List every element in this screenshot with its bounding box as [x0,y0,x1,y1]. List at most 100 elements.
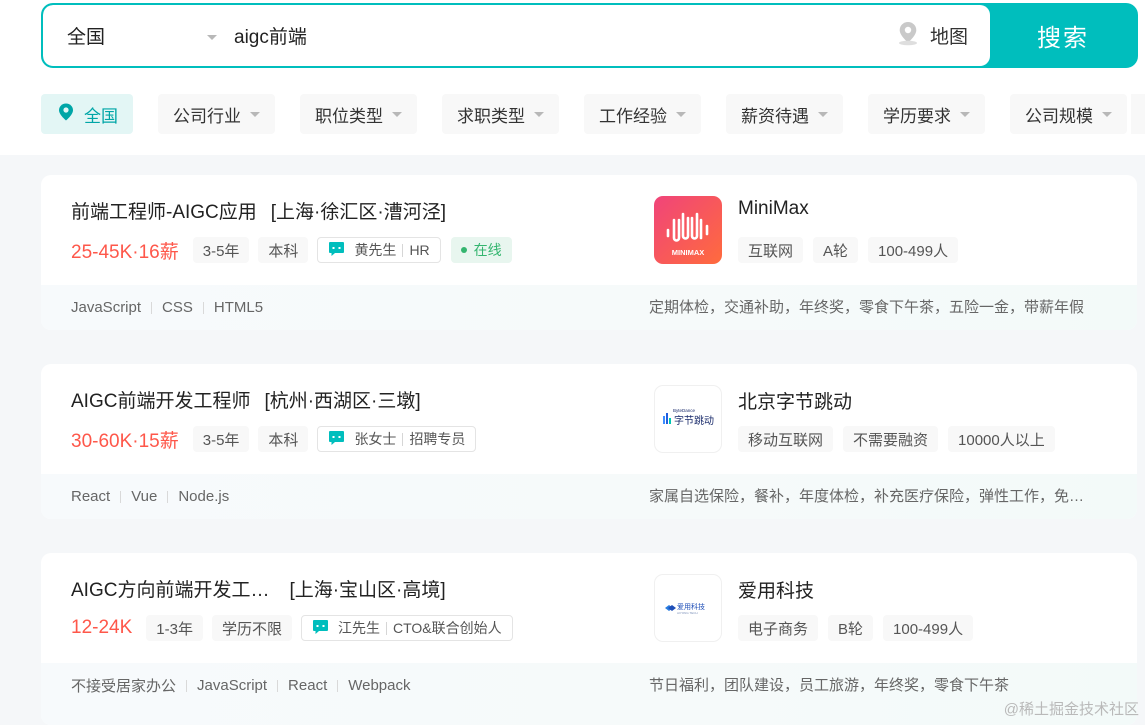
chat-icon [328,430,345,449]
job-card-footer: 不接受居家办公 JavaScript React Webpack 节日福利，团队… [41,663,1137,725]
boss-chat-button[interactable]: 张女士 招聘专员 [317,426,477,452]
skill-tag: React [71,488,111,505]
boss-chat-button[interactable]: 黄先生 HR [317,237,441,263]
filter-city[interactable]: 全国 [41,94,133,134]
job-card[interactable]: AIGC前端开发工程师 [杭州·西湖区·三墩] 30-60K·15薪 3-5年 本… [41,364,1137,519]
search-header: 全国 地图 搜索 [0,0,1145,155]
filter-experience[interactable]: 工作经验 [584,94,701,134]
welfare-text: 家属自选保险，餐补，年度体检，补充医疗保险，弹性工作，免费班车 [649,488,1089,505]
divider [402,243,404,257]
chevron-down-icon [392,111,402,117]
filter-company-scale[interactable]: 公司规模 [1010,94,1127,134]
location-icon [58,103,74,126]
chat-icon [312,619,329,638]
filter-industry[interactable]: 公司行业 [158,94,275,134]
chevron-down-icon [1102,111,1112,117]
job-card-main: AIGC方向前端开发工… [上海·宝山区·高境] 12-24K 1-3年 学历不限… [41,553,1137,663]
online-badge: 在线 [450,237,512,263]
divider [202,301,204,314]
job-card-footer: JavaScript CSS HTML5 定期体检，交通补助，年终奖，零食下午茶… [41,285,1137,330]
divider [120,490,122,503]
divider [167,490,169,503]
company-tags: 互联网 A轮 100-499人 [738,237,968,263]
filter-overflow[interactable] [1131,94,1145,134]
divider [151,301,153,314]
map-button[interactable]: 地图 [895,5,968,66]
job-card-main: AIGC前端开发工程师 [杭州·西湖区·三墩] 30-60K·15薪 3-5年 本… [41,364,1137,474]
job-name: AIGC前端开发工程师 [71,391,251,412]
job-area: [上海·徐汇区·漕河泾] [270,202,446,223]
company-name[interactable]: 北京字节跳动 [738,387,852,414]
company-tags: 移动互联网 不需要融资 10000人以上 [738,426,1065,452]
job-tag-degree: 本科 [258,237,309,263]
company-logo[interactable]: MINIMAX [654,196,722,264]
boss-role: CTO&联合创始人 [392,620,502,636]
job-info-row: 25-45K·16薪 3-5年 本科 黄先生 HR 在线 [71,237,512,263]
boss-role: HR [409,242,430,258]
skill-tags: 不接受居家办公 JavaScript React Webpack [71,663,411,708]
online-dot-icon [460,247,467,253]
skill-tag: Vue [131,488,158,505]
job-title[interactable]: AIGC方向前端开发工… [上海·宝山区·高境] [71,575,446,602]
filter-degree[interactable]: 学历要求 [868,94,985,134]
boss-name: 黄先生 [354,242,397,258]
filter-label: 公司规模 [1025,106,1093,126]
chevron-down-icon [534,111,544,117]
company-tag: 100-499人 [868,237,959,263]
skill-tag: JavaScript [197,677,268,694]
logo-text: MINIMAX [672,248,705,257]
job-info-row: 30-60K·15薪 3-5年 本科 张女士 招聘专员 [71,426,486,452]
search-input[interactable] [234,5,854,66]
company-tag: 不需要融资 [843,426,939,452]
job-tag-degree: 学历不限 [211,615,292,641]
company-tags: 电子商务 B轮 100-499人 [738,615,983,641]
skill-tag: React [288,677,328,694]
job-card[interactable]: AIGC方向前端开发工… [上海·宝山区·高境] 12-24K 1-3年 学历不限… [41,553,1137,725]
company-logo[interactable]: ByteDance 字节跳动 [654,385,722,453]
filter-job-type[interactable]: 求职类型 [442,94,559,134]
skill-tag: JavaScript [71,299,142,316]
boss-role: 招聘专员 [409,431,466,447]
svg-text:ByteDance: ByteDance [673,408,696,413]
job-tag-experience: 3-5年 [192,426,250,452]
skill-tags: React Vue Node.js [71,474,229,519]
filter-position-type[interactable]: 职位类型 [300,94,417,134]
company-tag: 移动互联网 [738,426,834,452]
filter-label: 求职类型 [457,106,525,126]
filter-salary[interactable]: 薪资待遇 [726,94,843,134]
job-title[interactable]: 前端工程师-AIGC应用 [上海·徐汇区·漕河泾] [71,197,446,224]
boss-name: 张女士 [354,431,397,447]
job-name: 前端工程师-AIGC应用 [71,202,257,223]
search-button[interactable]: 搜索 [990,5,1136,66]
filter-label: 薪资待遇 [741,106,809,126]
company-tag: 互联网 [738,237,804,263]
boss-chat-button[interactable]: 江先生 CTO&联合创始人 [300,615,513,641]
job-tag-experience: 1-3年 [146,615,203,641]
company-name[interactable]: MiniMax [738,198,809,220]
search-box: 全国 地图 [43,5,990,66]
job-salary: 12-24K [71,617,133,638]
job-title[interactable]: AIGC前端开发工程师 [杭州·西湖区·三墩] [71,386,421,413]
company-tag: 电子商务 [738,615,819,641]
job-card[interactable]: 前端工程师-AIGC应用 [上海·徐汇区·漕河泾] 25-45K·16薪 3-5年… [41,175,1137,330]
city-select[interactable]: 全国 [67,5,227,66]
company-tag: A轮 [813,237,859,263]
skill-tag: CSS [162,299,193,316]
svg-text:AIYONG TECH: AIYONG TECH [677,611,698,615]
chevron-down-icon [960,111,970,117]
skill-tag: 不接受居家办公 [71,678,177,695]
job-salary: 25-45K·16薪 [71,241,179,263]
welfare-text: 定期体检，交通补助，年终奖，零食下午茶，五险一金，带薪年假 [649,299,1085,316]
chevron-down-icon [207,35,217,40]
job-area: [上海·宝山区·高境] [289,580,446,601]
chevron-down-icon [250,111,260,117]
company-name[interactable]: 爱用科技 [738,576,814,603]
map-pin-icon [895,20,921,51]
company-logo[interactable]: 爱用科技 AIYONG TECH [654,574,722,642]
watermark: @稀土掘金技术社区 [1003,701,1139,718]
skill-tag: Webpack [348,677,411,694]
job-tag-degree: 本科 [258,426,309,452]
job-name: AIGC方向前端开发工… [71,580,270,601]
company-tag: 100-499人 [883,615,974,641]
job-info-row: 12-24K 1-3年 学历不限 江先生 CTO&联合创始人 [71,615,523,641]
